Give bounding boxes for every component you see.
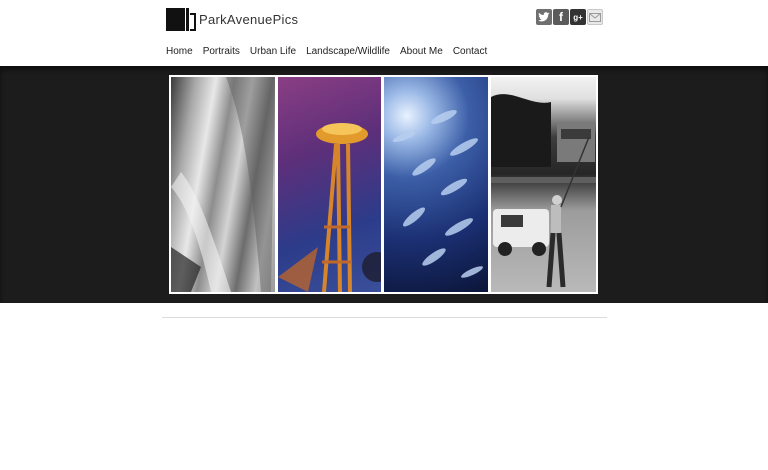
site-logo[interactable]: ParkAvenuePics [166,7,298,31]
facebook-icon[interactable]: f [553,9,569,25]
mail-icon[interactable] [587,9,603,25]
logo-text: ParkAvenuePics [199,11,299,27]
social-links: f g+ [536,9,603,25]
nav-contact[interactable]: Contact [453,46,487,57]
ice-waterfall-photo[interactable] [171,77,275,292]
site-header: ParkAvenuePics f g+ Home Portraits Urban… [0,0,768,66]
logo-icon [166,7,196,31]
nav-landscape-wildlife[interactable]: Landscape/Wildlife [306,46,390,57]
nav-portraits[interactable]: Portraits [203,46,240,57]
nav-urban-life[interactable]: Urban Life [250,46,296,57]
nav-home[interactable]: Home [166,46,193,57]
photo-gallery [169,75,598,294]
google-plus-icon[interactable]: g+ [570,9,586,25]
content-divider [162,317,607,318]
fisherman-photo[interactable] [490,77,596,292]
fish-school-photo[interactable] [384,77,488,292]
space-needle-photo[interactable] [277,77,381,292]
main-nav: Home Portraits Urban Life Landscape/Wild… [166,46,497,57]
hero-banner [0,66,768,303]
nav-about-me[interactable]: About Me [400,46,443,57]
twitter-icon[interactable] [536,9,552,25]
